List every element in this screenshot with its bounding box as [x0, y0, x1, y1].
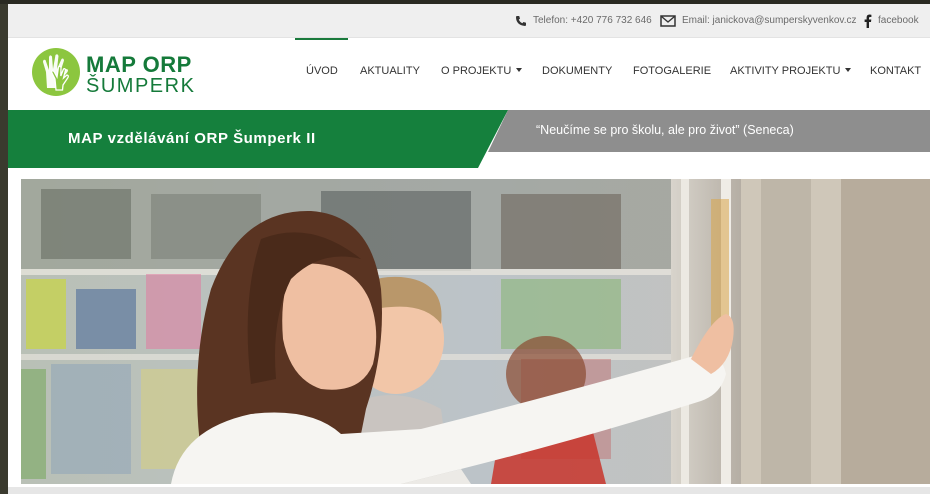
contact-bar: Telefon: +420 776 732 646 Email: janicko…	[8, 4, 930, 38]
nav-item-uvod[interactable]: ÚVOD	[306, 65, 338, 77]
phone-contact[interactable]: Telefon: +420 776 732 646	[515, 4, 652, 37]
window-frame-left	[0, 0, 8, 494]
nav-item-aktuality[interactable]: AKTUALITY	[360, 65, 420, 77]
nav-item-label: DOKUMENTY	[542, 65, 613, 77]
nav-item-fotogalerie[interactable]: FOTOGALERIE	[633, 65, 711, 77]
hero-photo	[21, 179, 930, 484]
site-header: MAP ORP ŠUMPERK ÚVOD AKTUALITY O PROJEKT…	[8, 38, 930, 110]
facebook-icon	[864, 14, 872, 28]
nav-item-label: O PROJEKTU	[441, 65, 512, 77]
nav-item-label: ÚVOD	[306, 65, 338, 77]
content-divider	[8, 487, 930, 494]
project-title: MAP vzdělávání ORP Šumperk II	[68, 130, 316, 147]
mother-and-child-photo	[21, 179, 930, 484]
phone-text: Telefon: +420 776 732 646	[533, 15, 652, 26]
nav-item-aktivity-projektu[interactable]: AKTIVITY PROJEKTU	[730, 65, 852, 77]
envelope-icon	[660, 14, 676, 27]
nav-item-label: AKTIVITY PROJEKTU	[730, 65, 841, 77]
facebook-text: facebook	[878, 15, 919, 26]
title-banner: MAP vzdělávání ORP Šumperk II “Neučíme s…	[8, 110, 930, 168]
nav-item-label: FOTOGALERIE	[633, 65, 712, 77]
main-navigation: ÚVOD AKTUALITY O PROJEKTU DOKUMENTY FOTO…	[8, 38, 930, 110]
nav-item-o-projektu[interactable]: O PROJEKTU	[441, 65, 523, 77]
phone-icon	[516, 15, 526, 26]
caret-down-icon	[516, 68, 523, 72]
nav-item-label: AKTUALITY	[360, 65, 420, 77]
facebook-link[interactable]: facebook	[864, 4, 919, 37]
web-page: Telefon: +420 776 732 646 Email: janicko…	[8, 4, 930, 494]
nav-item-label: KONTAKT	[870, 65, 922, 77]
nav-active-indicator	[295, 38, 348, 40]
seneca-quote: “Neučíme se pro školu, ale pro život” (S…	[536, 123, 794, 137]
nav-item-dokumenty[interactable]: DOKUMENTY	[542, 65, 612, 77]
caret-down-icon	[845, 68, 852, 72]
email-contact[interactable]: Email: janickova@sumperskyvenkov.cz	[660, 4, 856, 37]
email-text: Email: janickova@sumperskyvenkov.cz	[682, 15, 857, 26]
nav-item-kontakt[interactable]: KONTAKT	[870, 65, 921, 77]
